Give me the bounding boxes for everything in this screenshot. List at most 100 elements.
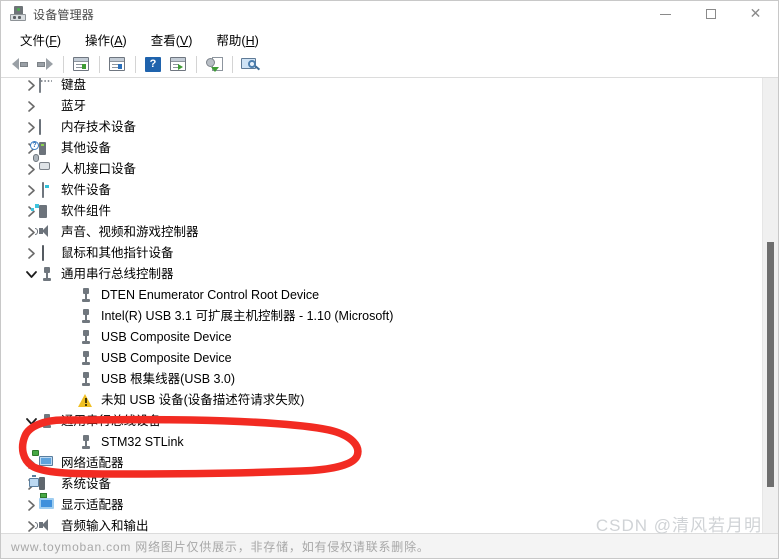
- sound-icon: [35, 224, 55, 241]
- toolbar-separator-1: [63, 55, 64, 73]
- chevron-right-icon[interactable]: [23, 243, 39, 264]
- usb-icon: [39, 266, 55, 283]
- tree-item-label: 软件设备: [61, 183, 112, 197]
- help-button[interactable]: ?: [141, 53, 165, 75]
- system-device-icon: [29, 474, 55, 493]
- minimize-icon: [660, 13, 671, 15]
- chevron-right-icon[interactable]: [23, 453, 39, 474]
- tree-item-label: 其他设备: [61, 141, 112, 155]
- chevron-right-icon[interactable]: [23, 96, 39, 117]
- chevron-right-icon[interactable]: [23, 159, 39, 180]
- chevron-right-icon[interactable]: [23, 78, 39, 96]
- tree-item-label: 声音、视频和游戏控制器: [61, 225, 199, 239]
- maximize-button[interactable]: [688, 1, 733, 27]
- maximize-icon: [705, 9, 716, 19]
- tree-item-label: USB 根集线器(USB 3.0): [101, 372, 236, 386]
- tree-item[interactable]: USB Composite Device: [1, 327, 762, 348]
- toolbar-separator-4: [196, 55, 197, 73]
- menu-file-accel: F: [49, 33, 57, 48]
- scan-hardware-changes-button[interactable]: [238, 53, 262, 75]
- vertical-scrollbar[interactable]: [762, 78, 778, 533]
- menu-action[interactable]: 操作(A): [76, 27, 136, 52]
- device-tree[interactable]: 键盘 蓝牙 内存技术设备? 其他设备 人机接口设备 软件设备 软件组件 声音、视频和游戏控制器…: [1, 78, 762, 533]
- usb-icon: [78, 329, 94, 346]
- title-bar: 设备管理器 ✕: [1, 1, 778, 27]
- tree-item-label: 鼠标和其他指针设备: [61, 246, 174, 260]
- close-button[interactable]: ✕: [733, 1, 778, 27]
- tree-item-label: 键盘: [61, 78, 87, 92]
- other-device-icon: ?: [30, 140, 55, 157]
- tree-item[interactable]: Intel(R) USB 3.1 可扩展主机控制器 - 1.10 (Micros…: [1, 306, 762, 327]
- tree-item[interactable]: USB 根集线器(USB 3.0): [1, 369, 762, 390]
- tree-item[interactable]: 内存技术设备: [1, 117, 762, 138]
- tree-item[interactable]: USB Composite Device: [1, 348, 762, 369]
- tree-item[interactable]: 通用串行总线设备: [1, 411, 762, 432]
- chevron-down-icon[interactable]: [23, 264, 39, 285]
- toolbar-separator-2: [99, 55, 100, 73]
- mouse-icon: [39, 244, 55, 262]
- tree-item[interactable]: 人机接口设备: [1, 153, 762, 180]
- close-icon: ✕: [749, 6, 762, 22]
- tree-item[interactable]: 键盘: [1, 78, 762, 96]
- window-controls: ✕: [643, 1, 778, 27]
- tree-item-label: USB Composite Device: [101, 351, 232, 365]
- device-manager-window: 设备管理器 ✕ 文件(F) 操作(A) 查看(V) 帮助(H) ? 键盘 蓝牙 …: [0, 0, 779, 559]
- update-driver-button[interactable]: [166, 53, 190, 75]
- usb-icon: [39, 413, 55, 430]
- tree-item-label: 未知 USB 设备(设备描述符请求失败): [101, 393, 305, 407]
- toolbar-separator-3: [135, 55, 136, 73]
- menu-file[interactable]: 文件(F): [11, 27, 70, 52]
- scrollbar-thumb[interactable]: [767, 241, 774, 488]
- tree-item[interactable]: STM32 STLink: [1, 432, 762, 453]
- tree-item[interactable]: 蓝牙: [1, 96, 762, 117]
- toolbar: ?: [1, 51, 778, 78]
- tree-item[interactable]: 鼠标和其他指针设备: [1, 243, 762, 264]
- show-hide-console-tree-icon: [73, 57, 89, 71]
- tree-item[interactable]: 软件设备: [1, 180, 762, 201]
- tree-item[interactable]: 显示适配器: [1, 492, 762, 516]
- tree-item-label: STM32 STLink: [101, 435, 184, 449]
- menu-help-text: 帮助: [216, 33, 242, 48]
- properties-icon: [109, 57, 125, 71]
- window-title: 设备管理器: [33, 7, 95, 22]
- menu-help[interactable]: 帮助(H): [207, 27, 267, 52]
- tree-item[interactable]: 未知 USB 设备(设备描述符请求失败): [1, 390, 762, 411]
- tree-item[interactable]: DTEN Enumerator Control Root Device: [1, 285, 762, 306]
- back-button[interactable]: [8, 53, 32, 75]
- back-arrow-icon: [12, 57, 28, 71]
- software-component-icon: [31, 203, 55, 220]
- tree-item-label: 内存技术设备: [61, 120, 137, 134]
- tree-item[interactable]: 网络适配器: [1, 449, 762, 474]
- tree-item-label: 人机接口设备: [61, 162, 137, 176]
- tree-item[interactable]: ? 其他设备: [1, 138, 762, 159]
- tree-item[interactable]: 系统设备: [1, 474, 762, 495]
- tree-item[interactable]: 软件组件: [1, 201, 762, 222]
- tree-item-label: 通用串行总线设备: [61, 414, 162, 428]
- tree-item-label: 软件组件: [61, 204, 112, 218]
- chevron-right-icon[interactable]: [23, 180, 39, 201]
- forward-button[interactable]: [33, 53, 57, 75]
- menu-view[interactable]: 查看(V): [142, 27, 202, 52]
- sound-icon: [35, 518, 55, 534]
- memory-device-icon: [39, 118, 55, 136]
- tree-item[interactable]: 音频输入和输出: [1, 516, 762, 533]
- tree-item[interactable]: 声音、视频和游戏控制器: [1, 222, 762, 243]
- minimize-button[interactable]: [643, 1, 688, 27]
- chevron-right-icon[interactable]: [23, 117, 39, 138]
- uninstall-device-button[interactable]: [202, 53, 226, 75]
- chevron-right-icon[interactable]: [23, 495, 39, 516]
- chevron-down-icon[interactable]: [23, 411, 39, 432]
- warning-icon: [78, 393, 94, 409]
- scan-hardware-changes-icon: [241, 57, 261, 72]
- footer-watermark-text: www.toymoban.com 网络图片仅供展示，非存储，如有侵权请联系删除。: [11, 539, 430, 554]
- tree-item[interactable]: 通用串行总线控制器: [1, 264, 762, 285]
- console-tree-button[interactable]: [69, 53, 93, 75]
- tree-item-label: USB Composite Device: [101, 330, 232, 344]
- properties-button[interactable]: [105, 53, 129, 75]
